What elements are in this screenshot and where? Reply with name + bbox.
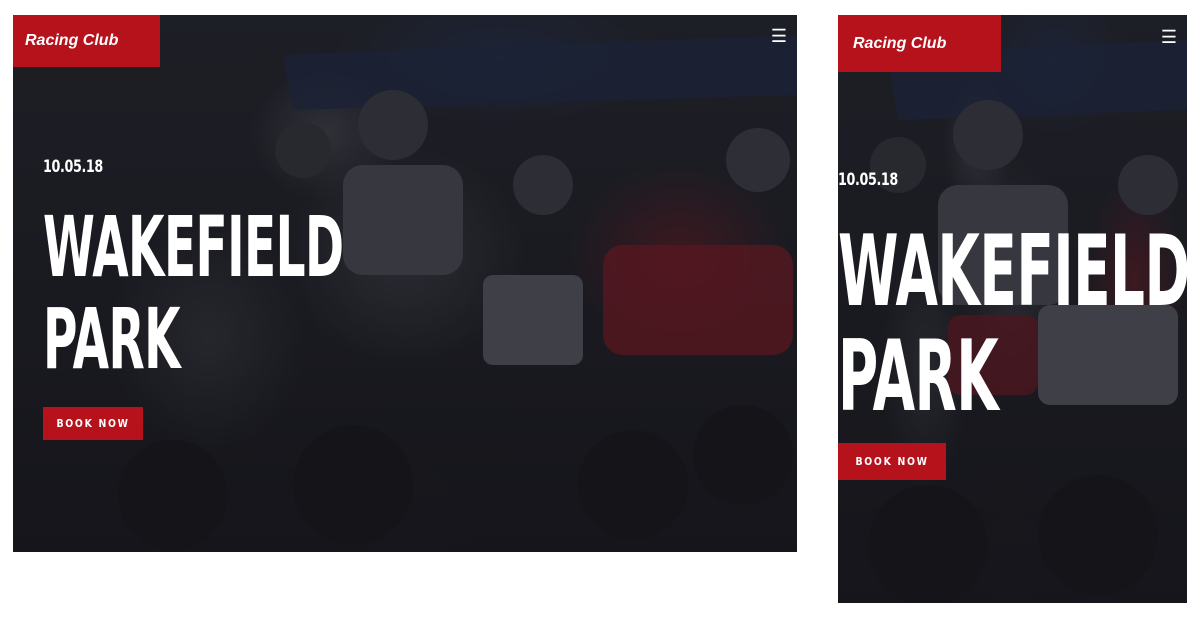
desktop-hero: Racing Club ☰ 10.05.18 WAKEFIELD PARK BO… xyxy=(13,15,797,552)
event-title: WAKEFIELD PARK xyxy=(43,201,344,385)
event-date: 10.05.18 xyxy=(838,170,898,190)
brand-logo[interactable]: Racing Club xyxy=(838,15,1001,72)
event-title-line1: WAKEFIELD xyxy=(43,198,344,296)
book-now-button[interactable]: BOOK NOW xyxy=(43,407,143,440)
event-title-line2: PARK xyxy=(43,290,181,388)
hamburger-menu-icon[interactable]: ☰ xyxy=(1161,28,1177,46)
event-title-line1: WAKEFIELD xyxy=(838,215,1187,329)
book-now-label: BOOK NOW xyxy=(56,417,130,430)
mobile-hero: Racing Club ☰ 10.05.18 WAKEFIELD PARK BO… xyxy=(838,15,1187,603)
hamburger-menu-icon[interactable]: ☰ xyxy=(771,27,787,45)
book-now-label: BOOK NOW xyxy=(855,455,929,468)
event-title-line2: PARK xyxy=(838,320,999,434)
book-now-button[interactable]: BOOK NOW xyxy=(838,443,946,480)
event-title: WAKEFIELD PARK xyxy=(838,220,1187,430)
event-date: 10.05.18 xyxy=(43,157,103,177)
brand-logo[interactable]: Racing Club xyxy=(13,15,160,67)
